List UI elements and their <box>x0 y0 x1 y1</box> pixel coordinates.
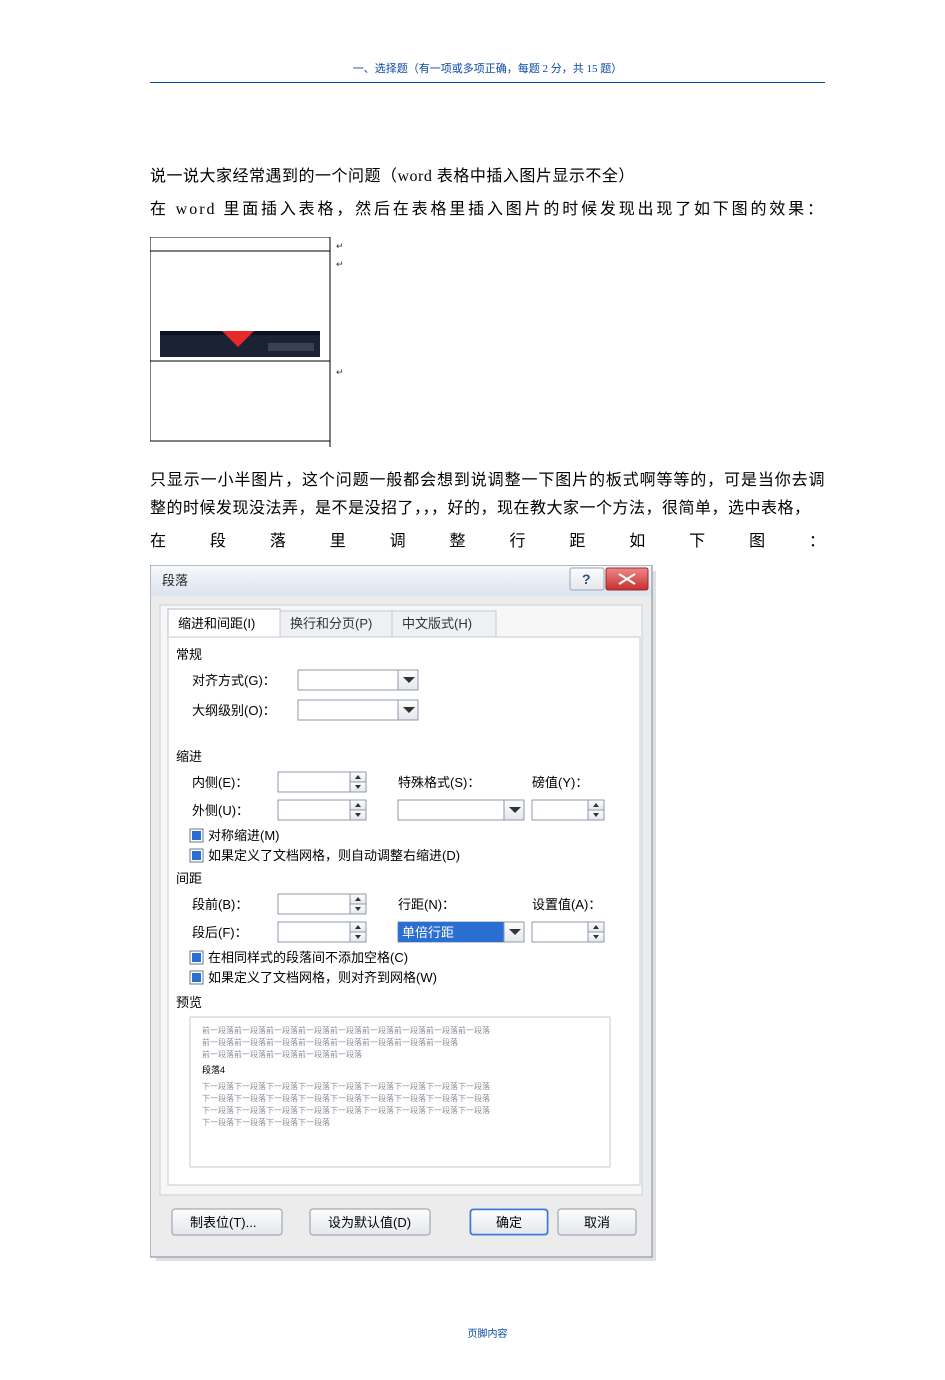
special-value-spinner[interactable] <box>532 800 604 820</box>
no-space-same-style-label: 在相同样式的段落间不添加空格(C) <box>208 950 408 965</box>
section-indent-label: 缩进 <box>176 749 202 764</box>
svg-text:↵: ↵ <box>336 259 344 269</box>
tab-line-page-breaks[interactable]: 换行和分页(P) <box>280 611 392 637</box>
svg-text:取消: 取消 <box>584 1215 610 1230</box>
preview-next-line: 下一段落下一段落下一段落下一段落 <box>202 1117 330 1127</box>
svg-text:确定: 确定 <box>496 1215 522 1230</box>
snap-to-grid-checkbox[interactable] <box>190 971 203 984</box>
outside-indent-spinner[interactable] <box>278 800 366 820</box>
alignment-label: 对齐方式(G)： <box>192 673 276 688</box>
tabs-button[interactable]: 制表位(T)... <box>172 1209 282 1235</box>
space-before-spinner[interactable] <box>278 894 366 914</box>
preview-next-line: 下一段落下一段落下一段落下一段落下一段落下一段落下一段落下一段落下一段落 <box>202 1105 490 1115</box>
preview-prev-line: 前一段落前一段落前一段落前一段落前一段落前一段落前一段落前一段落 <box>202 1037 458 1047</box>
close-button[interactable] <box>606 568 648 590</box>
tab-asian-typography[interactable]: 中文版式(H) <box>392 611 496 637</box>
preview-prev-line: 前一段落前一段落前一段落前一段落前一段落前一段落前一段落前一段落前一段落 <box>202 1025 490 1035</box>
space-after-spinner[interactable] <box>278 922 366 942</box>
space-before-label: 段前(B)： <box>192 897 248 912</box>
paragraph-4: 在段落里调整行距如下图： <box>150 528 825 555</box>
grid-indent-checkbox[interactable] <box>190 849 203 862</box>
svg-text:制表位(T)...: 制表位(T)... <box>190 1215 256 1230</box>
paragraph-2: 在 word 里面插入表格，然后在表格里插入图片的时候发现出现了如下图的效果： <box>150 196 825 223</box>
dialog-title: 段落 <box>162 573 188 588</box>
svg-text:换行和分页(P): 换行和分页(P) <box>290 616 372 631</box>
svg-text:↵: ↵ <box>336 367 344 377</box>
preview-next-line: 下一段落下一段落下一段落下一段落下一段落下一段落下一段落下一段落下一段落 <box>202 1081 490 1091</box>
preview-prev-line: 前一段落前一段落前一段落前一段落前一段落 <box>202 1049 362 1059</box>
no-space-same-style-checkbox[interactable] <box>190 951 203 964</box>
inside-indent-spinner[interactable] <box>278 772 366 792</box>
line-spacing-combo[interactable]: 单倍行距 <box>398 922 524 942</box>
paragraph-3: 只显示一小半图片，这个问题一般都会想到说调整一下图片的板式啊等等的，可是当你去调… <box>150 467 825 521</box>
grid-indent-label: 如果定义了文档网格，则自动调整右缩进(D) <box>208 848 460 863</box>
tab-indent-spacing[interactable]: 缩进和间距(I) <box>168 609 280 637</box>
svg-text:?: ? <box>582 571 591 587</box>
section-general-label: 常规 <box>176 647 202 662</box>
inside-indent-label: 内侧(E)： <box>192 775 248 790</box>
preview-section-label: 预览 <box>176 995 202 1010</box>
snap-to-grid-label: 如果定义了文档网格，则对齐到网格(W) <box>208 970 437 985</box>
set-at-spinner[interactable] <box>532 922 604 942</box>
outside-indent-label: 外侧(U)： <box>192 803 249 818</box>
figure-word-table-example: ↵ ↵ ↵ <box>150 237 825 447</box>
special-format-combo[interactable] <box>398 800 524 820</box>
svg-text:中文版式(H): 中文版式(H) <box>402 616 472 631</box>
svg-text:↵: ↵ <box>336 241 344 251</box>
mirror-indent-label: 对称缩进(M) <box>208 828 280 843</box>
outline-level-label: 大纲级别(O)： <box>192 703 276 718</box>
preview-next-line: 下一段落下一段落下一段落下一段落下一段落下一段落下一段落下一段落下一段落 <box>202 1093 490 1103</box>
set-at-label: 设置值(A)： <box>532 897 601 912</box>
line-spacing-label: 行距(N)： <box>398 897 455 912</box>
page-header: 一、选择题（有一项或多项正确，每题 2 分，共 15 题） <box>150 60 825 83</box>
space-after-label: 段后(F)： <box>192 925 248 940</box>
paragraph-1: 说一说大家经常遇到的一个问题（word 表格中插入图片显示不全） <box>150 163 825 190</box>
cancel-button[interactable]: 取消 <box>558 1209 636 1235</box>
alignment-combo[interactable] <box>298 670 418 690</box>
svg-text:缩进和间距(I): 缩进和间距(I) <box>178 616 255 631</box>
section-spacing-label: 间距 <box>176 871 202 886</box>
svg-text:设为默认值(D): 设为默认值(D) <box>328 1215 411 1230</box>
figure-paragraph-dialog: 段落 ? 缩进和间距(I) <box>150 565 825 1265</box>
svg-text:单倍行距: 单倍行距 <box>402 925 454 940</box>
page-footer: 页脚内容 <box>150 1325 825 1340</box>
preview-sample-text: 段落4 <box>202 1064 225 1075</box>
set-default-button[interactable]: 设为默认值(D) <box>310 1209 430 1235</box>
help-button[interactable]: ? <box>570 568 604 590</box>
special-format-label: 特殊格式(S)： <box>398 775 480 790</box>
ok-button[interactable]: 确定 <box>470 1209 548 1235</box>
special-value-label: 磅值(Y)： <box>532 775 588 790</box>
outline-level-combo[interactable] <box>298 700 418 720</box>
mirror-indent-checkbox[interactable] <box>190 829 203 842</box>
